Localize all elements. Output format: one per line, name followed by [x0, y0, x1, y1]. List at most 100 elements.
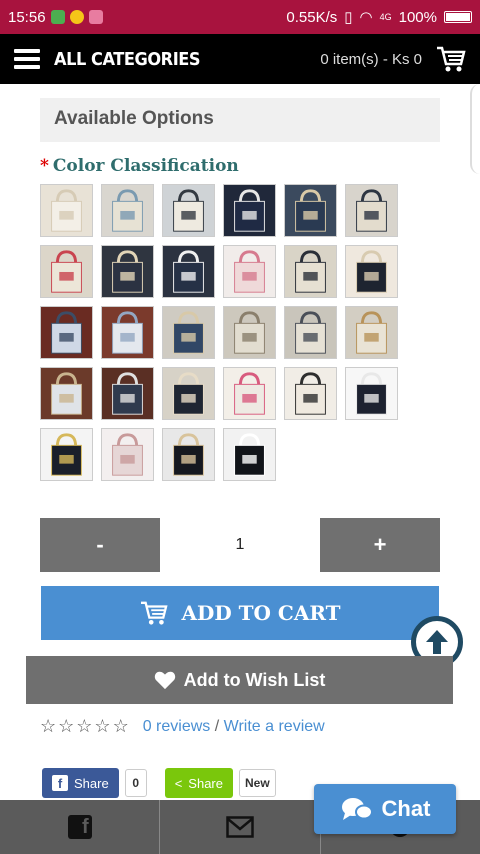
reviews-count-link[interactable]: 0 reviews	[143, 718, 211, 735]
green-share-button[interactable]: < Share	[164, 768, 233, 798]
color-swatch[interactable]	[284, 245, 337, 298]
gallery-notification-icon	[88, 10, 103, 24]
top-bar: ALL CATEGORIES 0 item(s) - Ks 0	[0, 34, 480, 84]
quantity-input[interactable]: 1	[160, 518, 320, 572]
star-icon: ☆	[40, 716, 57, 736]
tote-bag-thumbnail	[224, 307, 275, 358]
tote-bag-thumbnail	[285, 185, 336, 236]
required-marker: *	[40, 156, 49, 176]
facebook-icon: f	[67, 815, 92, 839]
tote-bag-thumbnail	[163, 429, 214, 480]
mail-icon	[226, 816, 254, 838]
color-swatch[interactable]	[40, 184, 93, 237]
bottom-nav-facebook[interactable]: f	[0, 800, 161, 854]
heart-icon	[154, 671, 175, 690]
tote-bag-thumbnail	[41, 429, 92, 480]
chat-button[interactable]: Chat	[314, 784, 456, 834]
star-icon: ☆	[94, 716, 111, 736]
review-row: ☆ ☆ ☆ ☆ ☆ 0 reviews / Write a review	[40, 716, 325, 737]
color-swatch[interactable]	[345, 367, 398, 420]
facebook-share-count: 0	[124, 769, 147, 797]
green-share-count: New	[239, 769, 276, 797]
app-notification-icon	[69, 10, 84, 24]
tote-bag-thumbnail	[102, 246, 153, 297]
rating-stars: ☆ ☆ ☆ ☆ ☆	[40, 716, 129, 737]
star-icon: ☆	[76, 716, 93, 736]
add-to-wish-list-button[interactable]: Add to Wish List	[26, 656, 453, 704]
tote-bag-thumbnail	[224, 246, 275, 297]
wish-list-label: Add to Wish List	[183, 669, 326, 690]
cart-icon	[141, 601, 169, 625]
status-left: 15:56	[8, 9, 103, 26]
tote-bag-thumbnail	[224, 185, 275, 236]
tote-bag-thumbnail	[285, 307, 336, 358]
color-swatch[interactable]	[223, 245, 276, 298]
battery-icon	[444, 11, 472, 23]
product-options-content: Available Options * Color Classification …	[0, 84, 480, 800]
color-swatch[interactable]	[40, 306, 93, 359]
color-swatch[interactable]	[284, 367, 337, 420]
chat-bubbles-icon	[341, 798, 373, 820]
tote-bag-thumbnail	[346, 307, 397, 358]
color-swatch[interactable]	[284, 306, 337, 359]
color-swatch[interactable]	[40, 367, 93, 420]
cart-summary[interactable]: 0 item(s) - Ks 0	[320, 51, 422, 68]
hamburger-menu-icon[interactable]	[14, 49, 40, 69]
color-swatch[interactable]	[101, 245, 154, 298]
color-swatch[interactable]	[223, 306, 276, 359]
write-review-link[interactable]: Write a review	[224, 718, 325, 735]
color-swatch[interactable]	[101, 306, 154, 359]
color-swatch[interactable]	[345, 184, 398, 237]
color-swatch[interactable]	[162, 367, 215, 420]
star-icon: ☆	[58, 716, 75, 736]
tote-bag-thumbnail	[163, 307, 214, 358]
increase-quantity-button[interactable]: +	[320, 518, 440, 572]
color-swatch[interactable]	[162, 428, 215, 481]
signal-type: 4G	[379, 12, 392, 22]
tote-bag-thumbnail	[41, 368, 92, 419]
tote-bag-thumbnail	[163, 185, 214, 236]
tote-bag-thumbnail	[224, 368, 275, 419]
status-time: 15:56	[8, 8, 46, 26]
color-swatch[interactable]	[284, 184, 337, 237]
color-swatch[interactable]	[40, 245, 93, 298]
facebook-share-button[interactable]: f Share	[42, 768, 119, 798]
decrease-quantity-button[interactable]: -	[40, 518, 160, 572]
color-swatch[interactable]	[101, 367, 154, 420]
available-options-header: Available Options	[40, 98, 440, 142]
tote-bag-thumbnail	[224, 429, 275, 480]
tote-bag-thumbnail	[285, 246, 336, 297]
color-swatch[interactable]	[223, 367, 276, 420]
color-swatch[interactable]	[223, 428, 276, 481]
status-right: 0.55K/s ▯ ◠ 4G 100%	[286, 8, 472, 26]
network-speed: 0.55K/s	[286, 8, 338, 26]
color-swatch[interactable]	[345, 306, 398, 359]
add-to-cart-label: ADD TO CART	[181, 601, 341, 625]
color-classification-label: * Color Classification	[40, 156, 239, 176]
chat-label: Chat	[381, 796, 431, 821]
color-swatch[interactable]	[101, 184, 154, 237]
facebook-icon: f	[52, 775, 68, 791]
color-swatch[interactable]	[162, 245, 215, 298]
quantity-stepper: - 1 +	[40, 518, 440, 572]
wifi-icon: ◠	[359, 9, 373, 26]
color-swatch[interactable]	[162, 184, 215, 237]
tote-bag-thumbnail	[102, 185, 153, 236]
tote-bag-thumbnail	[41, 246, 92, 297]
share-icon: <	[174, 775, 183, 791]
tote-bag-thumbnail	[41, 185, 92, 236]
facebook-share-label: Share	[74, 775, 109, 791]
bottom-nav-mail[interactable]	[160, 800, 321, 854]
color-swatch[interactable]	[345, 245, 398, 298]
vibrate-icon: ▯	[344, 9, 353, 26]
color-swatch[interactable]	[223, 184, 276, 237]
add-to-cart-button[interactable]: ADD TO CART	[41, 586, 439, 640]
tote-bag-thumbnail	[102, 307, 153, 358]
tote-bag-thumbnail	[346, 246, 397, 297]
battery-percent: 100%	[398, 8, 437, 26]
color-swatch[interactable]	[101, 428, 154, 481]
shopping-cart-icon[interactable]	[436, 45, 466, 73]
color-swatch[interactable]	[40, 428, 93, 481]
all-categories-title[interactable]: ALL CATEGORIES	[54, 49, 201, 70]
color-swatch[interactable]	[162, 306, 215, 359]
